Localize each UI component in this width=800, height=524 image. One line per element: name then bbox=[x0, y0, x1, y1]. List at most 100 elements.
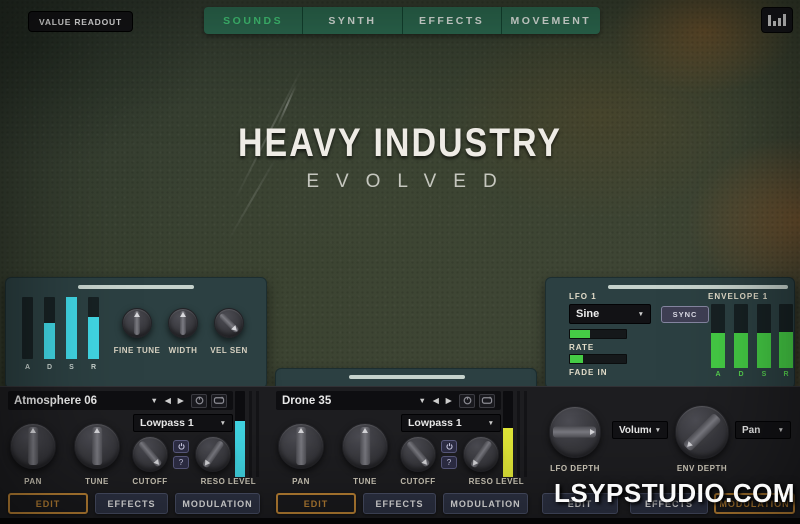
lfo-depth-knob[interactable] bbox=[549, 406, 601, 458]
edit-button[interactable]: EDIT bbox=[276, 493, 356, 514]
tab-sounds[interactable]: SOUNDS bbox=[204, 7, 302, 34]
tab-movement[interactable]: MOVEMENT bbox=[501, 7, 600, 34]
reso-knob[interactable] bbox=[195, 436, 231, 472]
filter-help-button[interactable]: ? bbox=[173, 456, 189, 469]
env-attack-bar[interactable] bbox=[711, 304, 725, 368]
power-icon bbox=[177, 442, 186, 451]
sustain-slider[interactable] bbox=[66, 297, 77, 359]
level-meter bbox=[517, 391, 520, 477]
next-preset-icon[interactable]: ▶ bbox=[174, 396, 187, 405]
dropdown-arrow-icon: ▼ bbox=[638, 311, 644, 318]
level-label: LEVEL bbox=[217, 477, 267, 486]
dropdown-arrow-icon: ▼ bbox=[778, 427, 784, 434]
env-decay-label: D bbox=[734, 371, 748, 378]
sustain-label: S bbox=[63, 364, 80, 371]
preset-selector[interactable]: Atmosphere 06 ▼ ◀ ▶ bbox=[8, 391, 233, 410]
prev-preset-icon[interactable]: ◀ bbox=[161, 396, 174, 405]
decay-label: D bbox=[41, 364, 58, 371]
page-subtitle: EVOLVED bbox=[10, 171, 800, 193]
filter-power-button[interactable] bbox=[441, 440, 457, 453]
edit-button[interactable]: EDIT bbox=[8, 493, 88, 514]
plugin-window: VALUE READOUT SOUNDS SYNTH EFFECTS MOVEM… bbox=[0, 0, 800, 524]
dropdown-arrow-icon[interactable]: ▼ bbox=[415, 396, 429, 405]
env-depth-knob[interactable] bbox=[675, 405, 729, 459]
filter-help-button[interactable]: ? bbox=[441, 456, 457, 469]
tab-effects[interactable]: EFFECTS bbox=[402, 7, 501, 34]
next-preset-icon[interactable]: ▶ bbox=[442, 396, 455, 405]
panel-handle bbox=[78, 285, 194, 289]
reload-button[interactable] bbox=[191, 394, 207, 408]
lfo-target-dropdown[interactable]: Volume ▼ bbox=[612, 421, 668, 439]
attack-slider[interactable] bbox=[22, 297, 33, 359]
channel-strip-1: Atmosphere 06 ▼ ◀ ▶ Lowpass 1 bbox=[0, 386, 268, 518]
dropdown-arrow-icon[interactable]: ▼ bbox=[147, 396, 161, 405]
prev-preset-icon[interactable]: ◀ bbox=[429, 396, 442, 405]
loop-icon bbox=[213, 395, 225, 406]
lfo-fade-in-slider[interactable] bbox=[569, 354, 627, 364]
loop-button[interactable] bbox=[479, 394, 495, 408]
cutoff-knob[interactable] bbox=[400, 436, 436, 472]
reload-icon bbox=[462, 395, 473, 406]
lfo-depth-label: LFO DEPTH bbox=[539, 464, 611, 473]
env-decay-bar[interactable] bbox=[734, 304, 748, 368]
vel-sen-knob[interactable] bbox=[214, 308, 244, 338]
fine-tune-knob[interactable] bbox=[122, 308, 152, 338]
lfo-fade-in-label: FADE IN bbox=[569, 368, 608, 377]
env-release-bar[interactable] bbox=[779, 304, 793, 368]
dropdown-arrow-icon: ▼ bbox=[488, 420, 494, 427]
env-sustain-bar[interactable] bbox=[757, 304, 771, 368]
filter-type-dropdown[interactable]: Lowpass 1 ▼ bbox=[133, 414, 233, 432]
lfo-title: LFO 1 bbox=[569, 292, 597, 301]
lfo-rate-slider[interactable] bbox=[569, 329, 627, 339]
bottom-edge bbox=[0, 518, 800, 524]
level-slider[interactable] bbox=[503, 391, 513, 477]
env-sustain-label: S bbox=[757, 371, 771, 378]
level-meter bbox=[524, 391, 527, 477]
amp-envelope-panel: A D S R FINE TUNE WIDTH VEL SEN bbox=[5, 277, 267, 389]
output-meter-button[interactable] bbox=[761, 7, 793, 33]
preset-name: Drone 35 bbox=[282, 395, 415, 407]
env-depth-label: ENV DEPTH bbox=[666, 464, 738, 473]
release-slider[interactable] bbox=[88, 297, 99, 359]
pan-label: PAN bbox=[276, 477, 326, 486]
edit-button[interactable]: EDIT bbox=[542, 493, 618, 514]
width-knob[interactable] bbox=[168, 308, 198, 338]
lfo-rate-label: RATE bbox=[569, 343, 594, 352]
reso-knob[interactable] bbox=[463, 436, 499, 472]
help-icon: ? bbox=[447, 458, 451, 467]
loop-button[interactable] bbox=[211, 394, 227, 408]
main-tab-bar: SOUNDS SYNTH EFFECTS MOVEMENT bbox=[204, 7, 600, 34]
decay-slider[interactable] bbox=[44, 297, 55, 359]
effects-button[interactable]: EFFECTS bbox=[363, 493, 436, 514]
effects-button[interactable]: EFFECTS bbox=[630, 493, 708, 514]
filter-type-value: Lowpass 1 bbox=[140, 417, 216, 429]
pan-label: PAN bbox=[8, 477, 58, 486]
power-icon bbox=[445, 442, 454, 451]
modulation-button[interactable]: MODULATION bbox=[443, 493, 528, 514]
pan-knob[interactable] bbox=[278, 423, 324, 469]
level-label: LEVEL bbox=[485, 477, 535, 486]
preset-selector[interactable]: Drone 35 ▼ ◀ ▶ bbox=[276, 391, 501, 410]
reload-button[interactable] bbox=[459, 394, 475, 408]
modulation-section: LFO DEPTH Volume ▼ ENV DEPTH Pan ▼ EDIT … bbox=[536, 386, 800, 518]
env-target-dropdown[interactable]: Pan ▼ bbox=[735, 421, 791, 439]
tab-synth[interactable]: SYNTH bbox=[302, 7, 401, 34]
env-release-label: R bbox=[779, 371, 793, 378]
filter-power-button[interactable] bbox=[173, 440, 189, 453]
pan-knob[interactable] bbox=[10, 423, 56, 469]
cutoff-knob[interactable] bbox=[132, 436, 168, 472]
tune-knob[interactable] bbox=[74, 423, 120, 469]
attack-label: A bbox=[19, 364, 36, 371]
level-slider[interactable] bbox=[235, 391, 245, 477]
tune-knob[interactable] bbox=[342, 423, 388, 469]
tune-label: TUNE bbox=[340, 477, 390, 486]
lfo-sync-button[interactable]: SYNC bbox=[661, 306, 709, 323]
lfo-waveform-dropdown[interactable]: Sine ▼ bbox=[569, 304, 651, 324]
modulation-button[interactable]: MODULATION bbox=[175, 493, 260, 514]
preset-name: Atmosphere 06 bbox=[14, 395, 147, 407]
dropdown-arrow-icon: ▼ bbox=[220, 420, 226, 427]
modulation-button[interactable]: MODULATION bbox=[714, 493, 795, 514]
reload-icon bbox=[194, 395, 205, 406]
filter-type-dropdown[interactable]: Lowpass 1 ▼ bbox=[401, 414, 501, 432]
effects-button[interactable]: EFFECTS bbox=[95, 493, 168, 514]
